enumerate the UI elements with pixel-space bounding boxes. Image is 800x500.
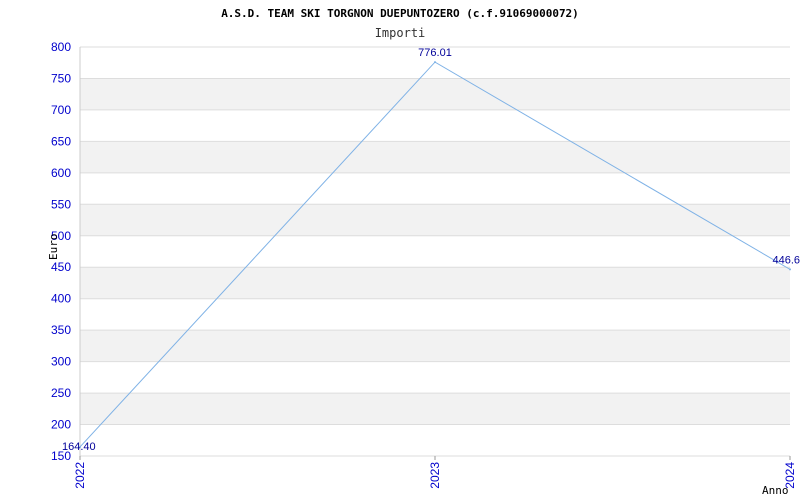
plot-band xyxy=(80,78,790,110)
y-tick-label: 250 xyxy=(51,386,71,400)
plot-band xyxy=(80,109,790,142)
data-point xyxy=(434,61,436,64)
plot-band xyxy=(80,141,790,173)
data-point xyxy=(789,268,791,271)
y-tick-label: 800 xyxy=(51,40,71,54)
y-tick-label: 200 xyxy=(51,418,71,432)
plot-band xyxy=(80,298,790,331)
plot-band xyxy=(80,204,790,236)
chart-svg: 1502002503003504004505005506006507007508… xyxy=(47,7,800,497)
plot-bands xyxy=(79,46,790,457)
y-tick-label: 450 xyxy=(51,260,71,274)
y-tick-label: 350 xyxy=(51,323,71,337)
data-label: 776.01 xyxy=(418,47,452,59)
x-tick-label: 2022 xyxy=(73,462,87,489)
y-tick-label: 550 xyxy=(51,197,71,211)
plot-band xyxy=(80,267,790,299)
plot-band xyxy=(80,172,790,205)
y-tick-label: 700 xyxy=(51,103,71,117)
plot-band xyxy=(80,330,790,362)
y-tick-label: 400 xyxy=(51,292,71,306)
data-label: 164.40 xyxy=(62,441,96,453)
y-tick-label: 650 xyxy=(51,134,71,148)
plot-band xyxy=(80,393,790,425)
x-axis-ticks: 2022 2023 2024 xyxy=(73,456,797,489)
y-axis-label: Euro xyxy=(47,234,60,261)
plot-band xyxy=(80,361,790,394)
y-tick-label: 750 xyxy=(51,71,71,85)
plot-band xyxy=(80,424,790,456)
plot-band xyxy=(80,235,790,268)
y-tick-label: 300 xyxy=(51,355,71,369)
x-axis-label: Anno xyxy=(762,484,789,497)
chart-subtitle: Importi xyxy=(375,26,426,40)
y-tick-label: 600 xyxy=(51,166,71,180)
chart-title: A.S.D. TEAM SKI TORGNON DUEPUNTOZERO (c.… xyxy=(221,7,579,20)
x-tick-label: 2023 xyxy=(428,462,442,489)
data-label: 446.6 xyxy=(772,254,800,266)
